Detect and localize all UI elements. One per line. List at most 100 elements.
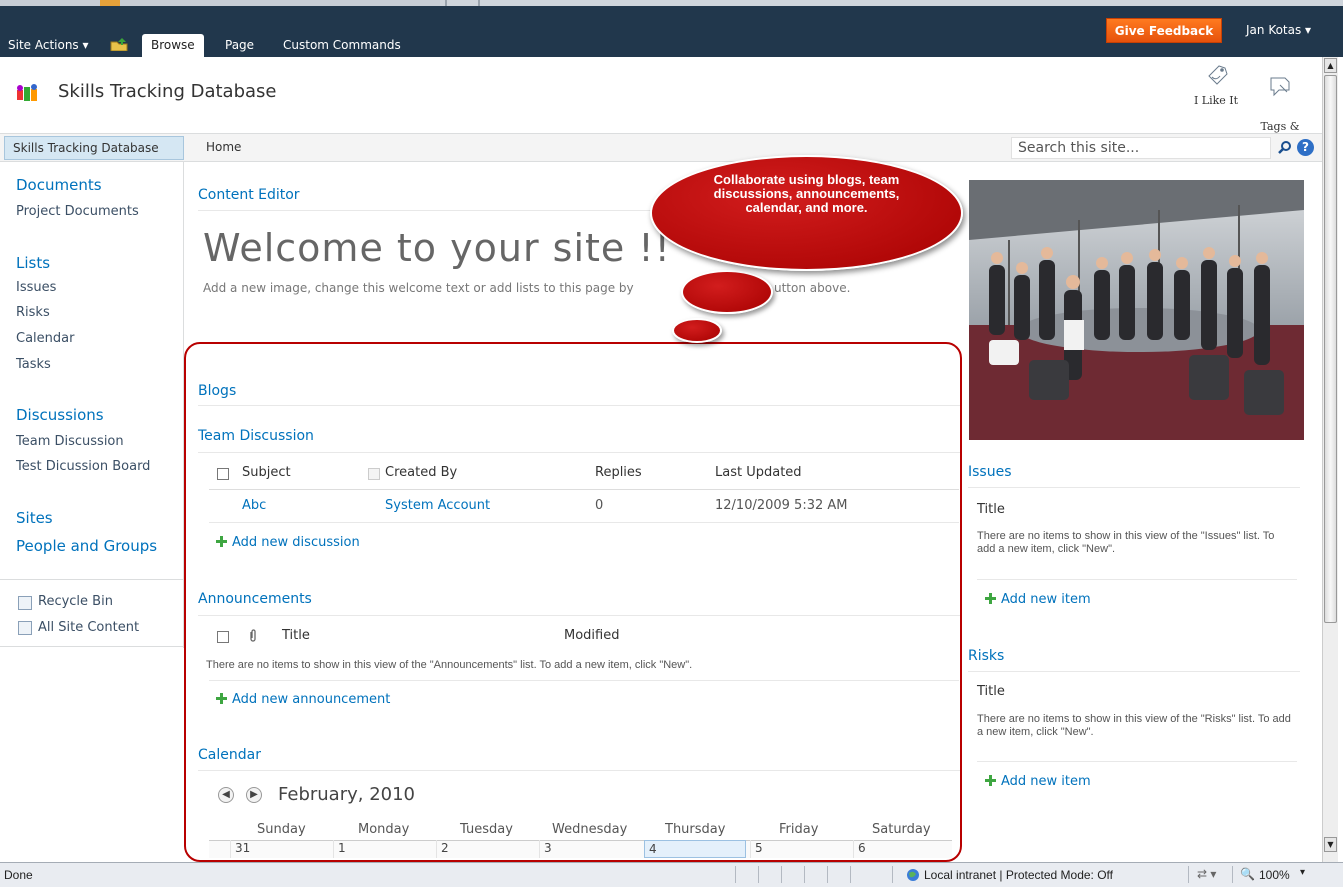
zoom-level[interactable]: 100%: [1259, 868, 1290, 882]
give-feedback-button[interactable]: Give Feedback: [1106, 18, 1222, 43]
ql-item-risks[interactable]: Risks: [16, 305, 50, 320]
calendar-next-icon[interactable]: ▶: [246, 787, 262, 803]
risks-add-new-item-link[interactable]: Add new item: [985, 774, 1091, 789]
search-input[interactable]: Search this site...: [1011, 137, 1271, 159]
announcements-select-all-checkbox[interactable]: [217, 631, 229, 643]
protected-mode-icon[interactable]: ⇄ ▾: [1197, 867, 1216, 881]
day-name: Wednesday: [552, 822, 628, 837]
select-all-checkbox[interactable]: [217, 468, 229, 480]
zoom-dropdown-icon[interactable]: ▾: [1300, 867, 1305, 878]
calendar-day[interactable]: 6: [853, 840, 951, 858]
day-name: Monday: [358, 822, 410, 837]
scroll-thumb[interactable]: [1324, 75, 1337, 623]
top-nav-bar: Skills Tracking Database Home Search thi…: [0, 134, 1322, 162]
day-name: Tuesday: [460, 822, 513, 837]
column-modified[interactable]: Modified: [564, 628, 619, 643]
ql-item-calendar[interactable]: Calendar: [16, 331, 74, 346]
discussion-subject-link[interactable]: Abc: [242, 498, 266, 513]
navigate-up-icon[interactable]: [110, 37, 128, 55]
calendar-day[interactable]: 3: [539, 840, 643, 858]
ribbon-bar: Site Actions ▾ Browse Page Custom Comman…: [0, 0, 1343, 57]
column-last-updated[interactable]: Last Updated: [715, 465, 802, 480]
risks-empty-text: There are no items to show in this view …: [977, 713, 1291, 738]
add-plus-icon: [985, 775, 996, 786]
security-zone[interactable]: Local intranet | Protected Mode: Off: [924, 868, 1113, 882]
add-new-announcement-link[interactable]: Add new announcement: [216, 692, 390, 707]
issues-title[interactable]: Issues: [968, 464, 1012, 480]
ql-item-team-discussion[interactable]: Team Discussion: [16, 434, 124, 449]
issues-add-label: Add new item: [1001, 592, 1091, 607]
blogs-title[interactable]: Blogs: [198, 383, 236, 399]
add-new-announcement-label: Add new announcement: [232, 692, 391, 707]
row-divider: [209, 522, 959, 523]
day-name: Friday: [779, 822, 819, 837]
row-divider: [977, 761, 1297, 762]
tags-notes-icon: [1270, 77, 1290, 97]
ql-divider: [0, 579, 184, 580]
ql-people-groups-heading[interactable]: People and Groups: [16, 537, 157, 555]
discussion-author-link[interactable]: System Account: [385, 498, 490, 513]
risks-title[interactable]: Risks: [968, 648, 1004, 664]
add-new-discussion-link[interactable]: Add new discussion: [216, 535, 360, 550]
search-icon[interactable]: [1278, 140, 1292, 158]
welcome-text: Add a new image, change this welcome tex…: [203, 281, 634, 295]
team-discussion-title[interactable]: Team Discussion: [198, 428, 314, 444]
site-actions-menu[interactable]: Site Actions ▾: [8, 34, 89, 57]
tab-page[interactable]: Page: [225, 34, 254, 57]
issues-column-title[interactable]: Title: [977, 502, 1005, 517]
ql-item-test-discussion-board[interactable]: Test Dicussion Board: [16, 459, 150, 474]
attachment-icon: [248, 629, 258, 647]
row-divider: [977, 579, 1297, 580]
ql-item-project-documents[interactable]: Project Documents: [16, 204, 139, 219]
status-text: Done: [4, 868, 33, 882]
risks-add-label: Add new item: [1001, 774, 1091, 789]
announcements-title[interactable]: Announcements: [198, 591, 312, 607]
day-name: Saturday: [872, 822, 931, 837]
nav-tab-site[interactable]: Skills Tracking Database: [4, 136, 184, 160]
column-replies[interactable]: Replies: [595, 465, 642, 480]
content-editor-title[interactable]: Content Editor: [198, 187, 300, 203]
tab-browse[interactable]: Browse: [142, 34, 204, 57]
scroll-down-icon[interactable]: ▼: [1324, 837, 1337, 852]
calendar-day[interactable]: 31: [230, 840, 333, 858]
nav-tab-home[interactable]: Home: [206, 140, 241, 154]
help-icon[interactable]: ?: [1297, 139, 1314, 156]
ql-discussions-heading[interactable]: Discussions: [16, 406, 104, 424]
header-divider: [209, 489, 959, 490]
calendar-title[interactable]: Calendar: [198, 747, 261, 763]
day-name: Thursday: [665, 822, 726, 837]
quick-launch: Documents Project Documents Lists Issues…: [0, 162, 184, 648]
site-title[interactable]: Skills Tracking Database: [58, 81, 277, 102]
ql-all-site-content[interactable]: All Site Content: [38, 620, 139, 635]
site-logo-icon[interactable]: [16, 84, 40, 104]
calendar-day[interactable]: 1: [333, 840, 436, 858]
i-like-it-icon: [1208, 65, 1228, 85]
callout-bubble: Collaborate using blogs, team discussion…: [650, 155, 963, 271]
calendar-day[interactable]: 2: [436, 840, 539, 858]
i-like-it-button[interactable]: I Like It: [1186, 62, 1246, 107]
tab-custom-commands[interactable]: Custom Commands: [283, 34, 401, 57]
ql-recycle-bin[interactable]: Recycle Bin: [38, 594, 113, 609]
webpart-divider: [198, 770, 960, 771]
column-subject[interactable]: Subject: [242, 465, 291, 480]
recycle-bin-icon: [18, 596, 32, 610]
issues-add-new-item-link[interactable]: Add new item: [985, 592, 1091, 607]
column-created-by[interactable]: Created By: [385, 465, 457, 480]
ql-item-issues[interactable]: Issues: [16, 280, 56, 295]
column-title[interactable]: Title: [282, 628, 310, 643]
calendar-day[interactable]: 5: [750, 840, 853, 858]
vertical-scrollbar[interactable]: ▲ ▼: [1322, 57, 1338, 862]
welcome-heading: Welcome to your site !!: [203, 226, 671, 270]
user-menu[interactable]: Jan Kotas ▾: [1246, 23, 1311, 37]
ql-lists-heading[interactable]: Lists: [16, 254, 50, 272]
calendar-day-today[interactable]: 4: [644, 840, 746, 858]
scroll-up-icon[interactable]: ▲: [1324, 58, 1337, 73]
ql-documents-heading[interactable]: Documents: [16, 176, 102, 194]
callout-tail-medium: [681, 270, 773, 314]
webpart-divider: [968, 487, 1300, 488]
issues-empty-text: There are no items to show in this view …: [977, 530, 1275, 555]
risks-column-title[interactable]: Title: [977, 684, 1005, 699]
calendar-prev-icon[interactable]: ◀: [218, 787, 234, 803]
ql-sites-heading[interactable]: Sites: [16, 509, 53, 527]
ql-item-tasks[interactable]: Tasks: [16, 357, 51, 372]
